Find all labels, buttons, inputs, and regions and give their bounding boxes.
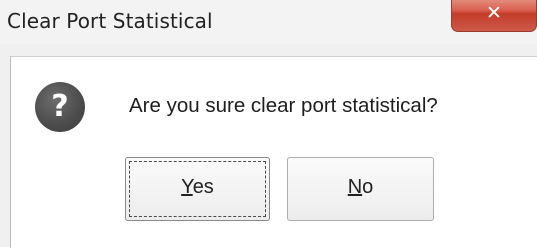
no-label-rest: o	[362, 176, 374, 198]
no-button[interactable]: No	[287, 157, 434, 221]
window-title: Clear Port Statistical	[7, 9, 213, 33]
no-button-label: No	[288, 176, 433, 199]
dialog-body	[10, 56, 537, 248]
yes-button-label: Yes	[126, 176, 269, 199]
yes-mnemonic: Y	[181, 176, 193, 198]
close-button[interactable]: ✕	[451, 0, 537, 32]
confirm-message: Are you sure clear port statistical?	[129, 94, 438, 117]
no-mnemonic: N	[347, 176, 363, 198]
close-icon: ✕	[486, 2, 502, 24]
yes-button[interactable]: Yes	[125, 157, 270, 221]
yes-label-rest: es	[192, 176, 214, 198]
confirm-dialog: Clear Port Statistical ✕ ? Are you sure …	[0, 0, 537, 248]
title-bar[interactable]: Clear Port Statistical ✕	[0, 0, 537, 44]
question-glyph: ?	[51, 89, 69, 124]
question-icon: ?	[35, 82, 85, 132]
